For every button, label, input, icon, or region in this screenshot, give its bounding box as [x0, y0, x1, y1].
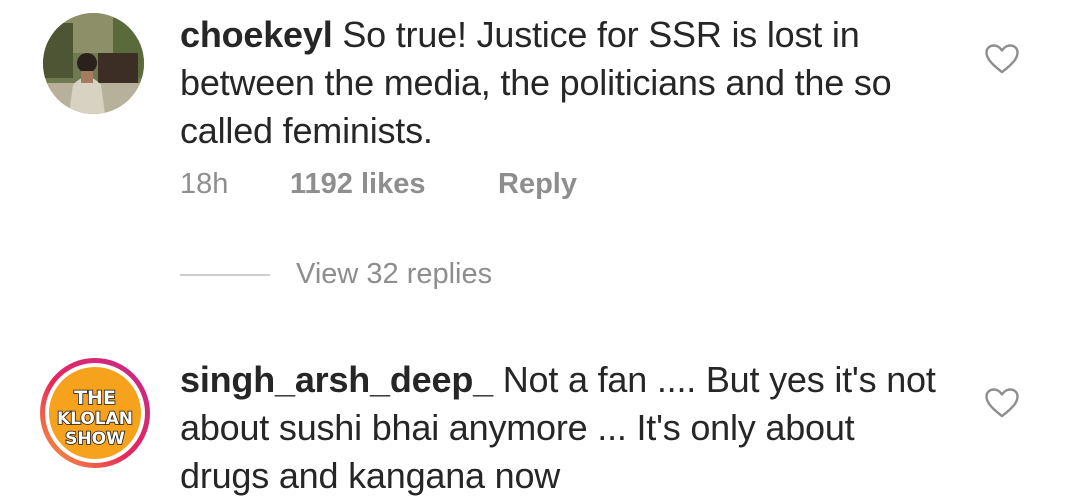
comment-meta: 18h 1192 likes Reply [180, 168, 577, 201]
view-replies-button[interactable]: View 32 replies [180, 258, 492, 291]
reply-button[interactable]: Reply [498, 168, 577, 201]
comment-body: singh_arsh_deep_ Not a fan .... But yes … [180, 356, 950, 500]
logo-text-show: SHOW [65, 429, 125, 449]
avatar[interactable]: THE KLOLAN SHOW [38, 356, 152, 470]
comment-username[interactable]: choekeyl [180, 14, 333, 55]
logo-text-klolan: KLOLAN [57, 409, 133, 429]
view-replies-label: View 32 replies [296, 258, 493, 290]
heart-icon[interactable] [985, 44, 1019, 74]
heart-icon[interactable] [985, 388, 1019, 418]
comment-likes[interactable]: 1192 likes [290, 168, 498, 201]
replies-divider [180, 273, 270, 276]
klolan-show-logo: THE KLOLAN SHOW [40, 358, 150, 468]
avatar-photo [43, 13, 144, 114]
comment-time: 18h [180, 168, 229, 200]
logo-text-the: THE [74, 387, 116, 409]
comment-username[interactable]: singh_arsh_deep_ [180, 359, 493, 400]
avatar[interactable] [43, 13, 144, 114]
comment-body: choekeyl So true! Justice for SSR is los… [180, 11, 950, 155]
comment-item: THE KLOLAN SHOW singh_arsh_deep_ Not a f… [0, 330, 1080, 496]
comment-item: choekeyl So true! Justice for SSR is los… [0, 0, 1080, 330]
